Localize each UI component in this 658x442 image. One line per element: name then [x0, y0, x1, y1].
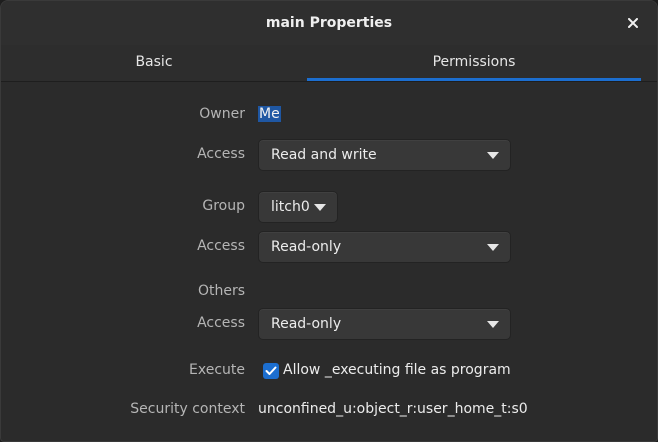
tab-basic[interactable]: Basic — [1, 45, 307, 81]
tab-bar: Basic Permissions — [1, 45, 657, 82]
close-icon — [628, 18, 638, 28]
others-access-value: Read-only — [271, 316, 342, 332]
others-label: Others — [197, 283, 245, 299]
window-title: main Properties — [265, 15, 393, 31]
security-context-label: Security context — [130, 401, 245, 417]
others-access-label: Access — [197, 315, 245, 331]
group-access-label: Access — [197, 238, 245, 254]
close-button[interactable] — [623, 13, 643, 33]
chevron-down-icon — [314, 204, 326, 211]
group-label: Group — [202, 198, 245, 214]
chevron-down-icon — [487, 244, 499, 251]
checkmark-icon — [265, 366, 277, 375]
titlebar: main Properties — [1, 1, 657, 46]
group-value: litch0 — [271, 199, 310, 215]
others-access-dropdown[interactable]: Read-only — [258, 308, 511, 340]
permissions-panel: Owner Me Access Read and write Group lit… — [1, 82, 657, 441]
tab-permissions[interactable]: Permissions — [307, 45, 641, 81]
group-access-value: Read-only — [271, 239, 342, 255]
execute-label: Execute — [189, 362, 245, 378]
group-access-dropdown[interactable]: Read-only — [258, 231, 511, 263]
execute-checkbox[interactable] — [263, 363, 279, 379]
owner-access-value: Read and write — [271, 147, 377, 163]
execute-checkbox-label[interactable]: Allow _executing file as program — [283, 362, 511, 378]
owner-access-label: Access — [197, 146, 245, 162]
chevron-down-icon — [487, 321, 499, 328]
owner-value[interactable]: Me — [258, 106, 281, 122]
properties-dialog: main Properties Basic Permissions Owner … — [0, 0, 658, 442]
security-context-value: unconfined_u:object_r:user_home_t:s0 — [258, 401, 528, 417]
group-dropdown[interactable]: litch0 — [258, 191, 338, 223]
owner-value-text: Me — [258, 106, 281, 122]
owner-label: Owner — [199, 106, 245, 122]
chevron-down-icon — [487, 152, 499, 159]
owner-access-dropdown[interactable]: Read and write — [258, 139, 511, 171]
